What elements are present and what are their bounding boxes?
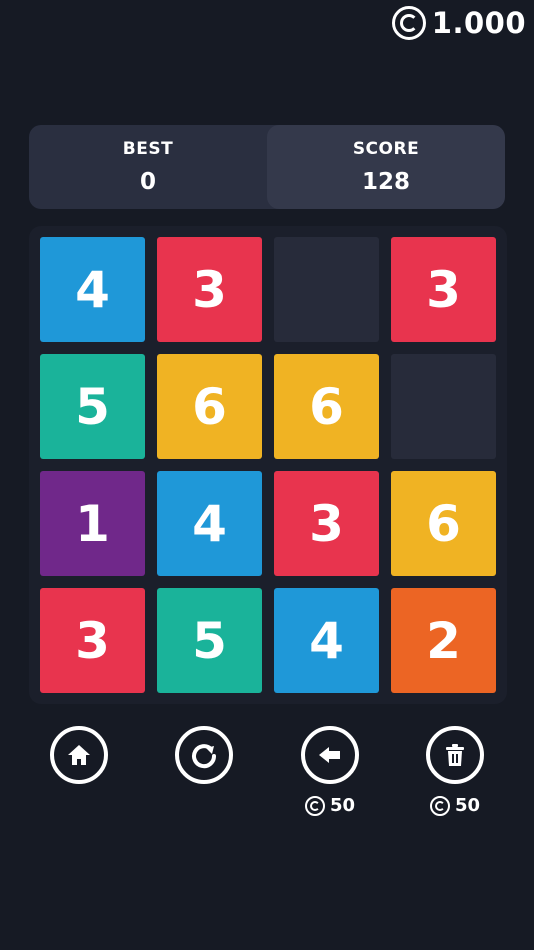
- trash-icon: [446, 744, 464, 766]
- number-tile[interactable]: 2: [391, 588, 496, 693]
- number-tile[interactable]: 3: [157, 237, 262, 342]
- empty-cell[interactable]: [391, 354, 496, 459]
- delete-cost-value: 50: [454, 795, 481, 816]
- undo-control: 50: [298, 726, 362, 816]
- number-tile[interactable]: 6: [274, 354, 379, 459]
- coin-balance: 1.000: [391, 6, 526, 40]
- undo-cost-value: 50: [329, 795, 356, 816]
- tile-grid[interactable]: 43356614363542: [40, 237, 496, 693]
- undo-arrow-icon: [319, 747, 340, 763]
- best-score-box: BEST 0: [29, 125, 267, 209]
- restart-control: [172, 726, 236, 784]
- coin-icon: [304, 795, 325, 816]
- number-tile[interactable]: 6: [157, 354, 262, 459]
- home-icon: [68, 745, 90, 765]
- delete-button[interactable]: [426, 726, 484, 784]
- home-button[interactable]: [50, 726, 108, 784]
- number-tile[interactable]: 4: [40, 237, 145, 342]
- number-tile[interactable]: 4: [274, 588, 379, 693]
- number-tile[interactable]: 1: [40, 471, 145, 576]
- coin-icon: [391, 6, 426, 40]
- number-tile[interactable]: 3: [391, 237, 496, 342]
- delete-cost: 50: [429, 795, 481, 816]
- number-tile[interactable]: 6: [391, 471, 496, 576]
- number-tile[interactable]: 5: [40, 354, 145, 459]
- delete-control: 50: [423, 726, 487, 816]
- undo-cost: 50: [304, 795, 356, 816]
- number-tile[interactable]: 5: [157, 588, 262, 693]
- game-board[interactable]: 43356614363542: [29, 226, 507, 704]
- score-label: SCORE: [352, 139, 420, 159]
- score-value: 128: [361, 169, 410, 195]
- restart-icon: [192, 744, 217, 769]
- home-control: [47, 726, 111, 784]
- best-value: 0: [139, 169, 156, 195]
- number-tile[interactable]: 3: [274, 471, 379, 576]
- best-label: BEST: [122, 139, 174, 159]
- coin-balance-value: 1.000: [431, 6, 526, 40]
- number-tile[interactable]: 3: [40, 588, 145, 693]
- empty-cell[interactable]: [274, 237, 379, 342]
- control-bar: 50 50: [0, 726, 534, 826]
- restart-button[interactable]: [175, 726, 233, 784]
- scoreboard: BEST 0 SCORE 128: [29, 125, 505, 209]
- undo-button[interactable]: [301, 726, 359, 784]
- number-tile[interactable]: 4: [157, 471, 262, 576]
- coin-icon: [429, 795, 450, 816]
- current-score-box: SCORE 128: [267, 125, 505, 209]
